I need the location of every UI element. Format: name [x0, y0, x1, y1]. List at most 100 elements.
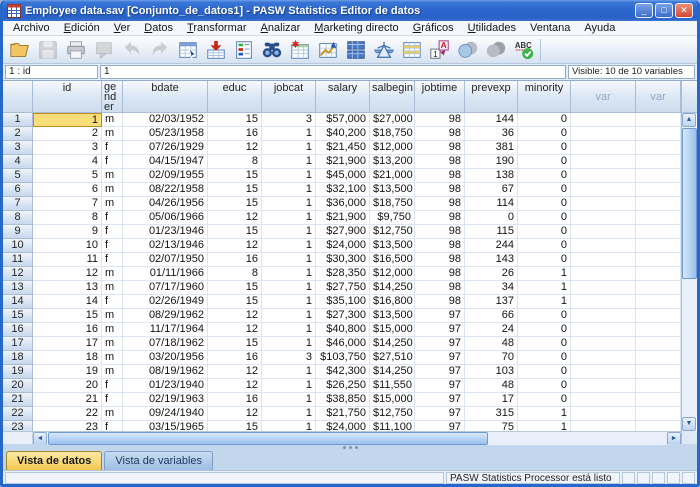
- data-cell[interactable]: $27,750: [316, 281, 370, 295]
- data-cell[interactable]: $27,300: [316, 309, 370, 323]
- grid-corner-cell[interactable]: [3, 81, 33, 113]
- data-cell[interactable]: $27,510: [370, 351, 415, 365]
- data-cell[interactable]: 70: [465, 351, 518, 365]
- column-header-jobcat[interactable]: jobcat: [262, 81, 316, 113]
- data-cell[interactable]: 0: [518, 141, 571, 155]
- data-cell[interactable]: 16: [208, 351, 262, 365]
- data-cell[interactable]: m: [102, 197, 123, 211]
- data-cell[interactable]: $21,450: [316, 141, 370, 155]
- data-cell[interactable]: m: [102, 169, 123, 183]
- data-cell[interactable]: $36,000: [316, 197, 370, 211]
- empty-var-cell[interactable]: [636, 295, 681, 309]
- empty-var-cell[interactable]: [636, 379, 681, 393]
- column-header-gender[interactable]: gender: [102, 81, 123, 113]
- data-cell[interactable]: 15: [208, 225, 262, 239]
- data-cell[interactable]: 02/13/1946: [123, 239, 208, 253]
- data-cell[interactable]: 1: [262, 421, 316, 431]
- close-button[interactable]: ✕: [675, 3, 693, 18]
- data-cell[interactable]: 12: [208, 239, 262, 253]
- data-cell[interactable]: 1: [518, 421, 571, 431]
- empty-var-cell[interactable]: [571, 225, 636, 239]
- row-number[interactable]: 2: [3, 127, 33, 141]
- empty-var-cell[interactable]: [636, 253, 681, 267]
- menu-ayuda[interactable]: Ayuda: [577, 21, 622, 35]
- data-cell[interactable]: 24: [465, 323, 518, 337]
- data-cell[interactable]: 1: [262, 141, 316, 155]
- data-cell[interactable]: 05/06/1966: [123, 211, 208, 225]
- data-cell[interactable]: 97: [415, 407, 465, 421]
- data-cell[interactable]: $40,200: [316, 127, 370, 141]
- data-cell[interactable]: 1: [518, 407, 571, 421]
- data-cell[interactable]: 0: [518, 393, 571, 407]
- data-cell[interactable]: 1: [262, 337, 316, 351]
- data-cell[interactable]: $15,000: [370, 323, 415, 337]
- empty-var-cell[interactable]: [571, 393, 636, 407]
- data-cell[interactable]: 1: [518, 281, 571, 295]
- data-cell[interactable]: m: [102, 365, 123, 379]
- data-cell[interactable]: 02/03/1952: [123, 113, 208, 127]
- row-number[interactable]: 8: [3, 211, 33, 225]
- data-cell[interactable]: $45,000: [316, 169, 370, 183]
- data-cell[interactable]: $21,900: [316, 155, 370, 169]
- data-cell[interactable]: 01/11/1966: [123, 267, 208, 281]
- data-cell[interactable]: f: [102, 141, 123, 155]
- data-cell[interactable]: 0: [518, 253, 571, 267]
- data-cell[interactable]: 12: [208, 323, 262, 337]
- data-cell[interactable]: $18,750: [370, 197, 415, 211]
- data-cell[interactable]: 01/23/1946: [123, 225, 208, 239]
- column-header-jobtime[interactable]: jobtime: [415, 81, 465, 113]
- empty-var-cell[interactable]: [636, 365, 681, 379]
- data-cell[interactable]: 16: [208, 253, 262, 267]
- data-cell[interactable]: 98: [415, 295, 465, 309]
- empty-var-cell[interactable]: [636, 141, 681, 155]
- empty-var-cell[interactable]: [571, 127, 636, 141]
- data-cell[interactable]: $14,250: [370, 337, 415, 351]
- data-cell[interactable]: m: [102, 267, 123, 281]
- data-cell[interactable]: 1: [262, 197, 316, 211]
- data-cell[interactable]: 0: [518, 351, 571, 365]
- empty-var-cell[interactable]: [571, 141, 636, 155]
- data-cell[interactable]: 02/07/1950: [123, 253, 208, 267]
- data-cell[interactable]: 02/09/1955: [123, 169, 208, 183]
- data-cell[interactable]: m: [102, 309, 123, 323]
- menu-ventana[interactable]: Ventana: [523, 21, 577, 35]
- empty-var-cell[interactable]: [571, 337, 636, 351]
- data-cell[interactable]: 12: [208, 365, 262, 379]
- goto-variable-button[interactable]: [202, 37, 230, 63]
- maximize-button[interactable]: □: [655, 3, 673, 18]
- empty-var-cell[interactable]: [571, 407, 636, 421]
- data-cell[interactable]: 114: [465, 197, 518, 211]
- data-cell[interactable]: 26: [465, 267, 518, 281]
- data-cell[interactable]: $12,000: [370, 141, 415, 155]
- data-cell[interactable]: 1: [262, 225, 316, 239]
- data-cell[interactable]: $46,000: [316, 337, 370, 351]
- data-cell[interactable]: 1: [518, 267, 571, 281]
- data-cell[interactable]: $26,250: [316, 379, 370, 393]
- data-cell[interactable]: 3: [262, 113, 316, 127]
- empty-var-cell[interactable]: [636, 211, 681, 225]
- data-cell[interactable]: 0: [518, 309, 571, 323]
- data-cell[interactable]: $9,750: [370, 211, 415, 225]
- data-cell[interactable]: 34: [465, 281, 518, 295]
- row-number[interactable]: 17: [3, 337, 33, 351]
- data-cell[interactable]: 15: [208, 295, 262, 309]
- data-cell[interactable]: $103,750: [316, 351, 370, 365]
- weight-cases-button[interactable]: [370, 37, 398, 63]
- data-cell[interactable]: m: [102, 183, 123, 197]
- data-cell[interactable]: 98: [415, 267, 465, 281]
- data-cell[interactable]: 8: [33, 211, 102, 225]
- data-cell[interactable]: 05/23/1958: [123, 127, 208, 141]
- use-variable-sets-button[interactable]: [454, 37, 482, 63]
- row-number[interactable]: 11: [3, 253, 33, 267]
- data-cell[interactable]: $38,850: [316, 393, 370, 407]
- data-cell[interactable]: 98: [415, 225, 465, 239]
- data-cell[interactable]: 98: [415, 183, 465, 197]
- data-cell[interactable]: 21: [33, 393, 102, 407]
- data-cell[interactable]: 103: [465, 365, 518, 379]
- data-cell[interactable]: 1: [262, 295, 316, 309]
- data-cell[interactable]: 15: [208, 421, 262, 431]
- data-cell[interactable]: 143: [465, 253, 518, 267]
- data-cell[interactable]: 1: [262, 253, 316, 267]
- data-cell[interactable]: 5: [33, 169, 102, 183]
- data-cell[interactable]: $28,350: [316, 267, 370, 281]
